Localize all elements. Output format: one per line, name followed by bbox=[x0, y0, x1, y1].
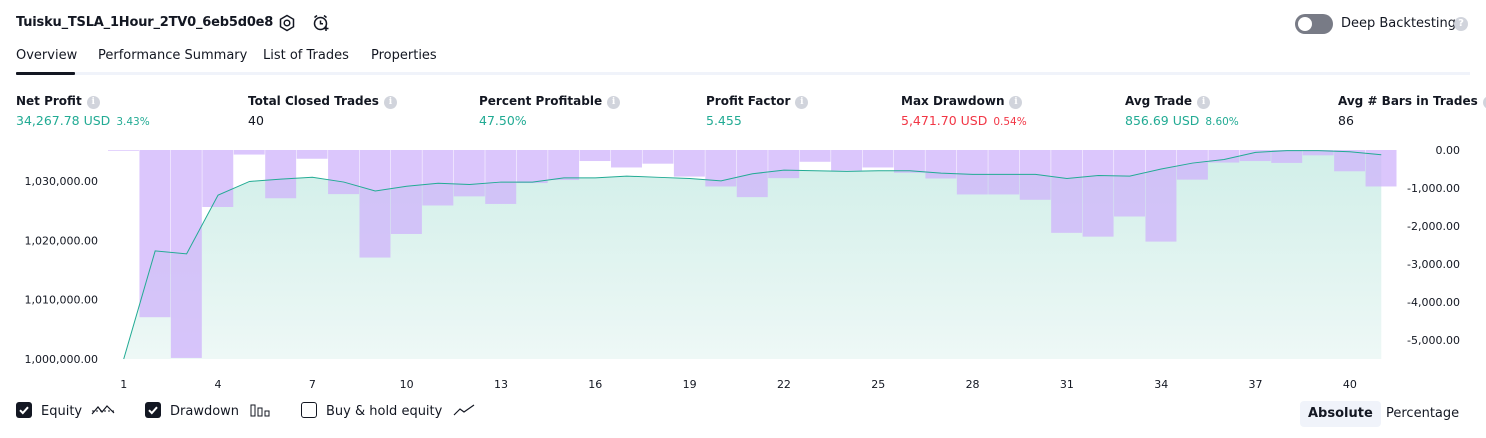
right-axis-tick-label: -5,000.00 bbox=[1407, 334, 1460, 347]
drawdown-bar bbox=[139, 150, 171, 318]
legend-drawdown-label: Drawdown bbox=[170, 404, 240, 419]
equity-line-icon bbox=[91, 405, 115, 415]
drawdown-bar bbox=[1114, 150, 1145, 217]
drawdown-bar bbox=[1019, 150, 1051, 200]
x-axis-tick-label: 7 bbox=[309, 378, 316, 391]
drawdown-bar bbox=[1145, 150, 1177, 242]
x-axis-tick-label: 31 bbox=[1060, 378, 1074, 391]
legend-buy-hold-label: Buy & hold equity bbox=[326, 404, 443, 419]
right-axis-tick-label: -3,000.00 bbox=[1407, 258, 1460, 271]
legend-drawdown[interactable]: Drawdown bbox=[145, 402, 271, 419]
drawdown-bar bbox=[611, 150, 642, 168]
drawdown-bar bbox=[893, 150, 925, 173]
drawdown-bar bbox=[328, 150, 360, 195]
left-axis-tick-label: 1,030,000.00 bbox=[25, 175, 98, 188]
drawdown-bar bbox=[1051, 150, 1083, 233]
x-axis-tick-label: 28 bbox=[966, 378, 980, 391]
drawdown-bar bbox=[422, 150, 454, 206]
equity-checkbox[interactable] bbox=[16, 402, 32, 418]
drawdown-bar bbox=[265, 150, 297, 199]
drawdown-bar bbox=[925, 150, 957, 179]
absolute-mode-button[interactable]: Absolute bbox=[1300, 401, 1381, 427]
drawdown-bar bbox=[988, 150, 1020, 195]
x-axis-tick-label: 25 bbox=[871, 378, 885, 391]
drawdown-bar bbox=[642, 150, 674, 164]
drawdown-bar bbox=[1271, 150, 1303, 163]
x-axis-tick-label: 16 bbox=[588, 378, 602, 391]
buy-hold-line-icon bbox=[454, 404, 475, 416]
drawdown-bars-icon bbox=[250, 404, 270, 417]
x-axis-tick-label: 10 bbox=[400, 378, 414, 391]
drawdown-bar bbox=[233, 150, 265, 155]
drawdown-bar bbox=[831, 150, 863, 171]
x-axis-tick-label: 1 bbox=[120, 378, 127, 391]
drawdown-bar bbox=[390, 150, 422, 234]
left-axis-tick-label: 1,010,000.00 bbox=[25, 294, 98, 307]
x-axis-tick-label: 40 bbox=[1343, 378, 1357, 391]
drawdown-bar bbox=[548, 150, 580, 181]
drawdown-checkbox[interactable] bbox=[145, 402, 161, 418]
drawdown-bar bbox=[453, 150, 485, 197]
drawdown-bar bbox=[956, 150, 988, 195]
legend-buy-hold-equity[interactable]: Buy & hold equity bbox=[301, 402, 476, 419]
legend-equity-label: Equity bbox=[41, 404, 83, 419]
left-axis-tick-label: 1,000,000.00 bbox=[25, 353, 98, 366]
equity-drawdown-chart[interactable]: 1,030,000.00 1,020,000.00 1,010,000.00 1,00… bbox=[0, 0, 1486, 400]
x-axis-tick-label: 37 bbox=[1249, 378, 1263, 391]
buy-hold-checkbox[interactable] bbox=[301, 402, 317, 418]
drawdown-bar bbox=[359, 150, 391, 258]
drawdown-bar bbox=[579, 150, 611, 162]
x-axis-tick-label: 34 bbox=[1154, 378, 1168, 391]
legend-equity[interactable]: Equity bbox=[16, 402, 116, 419]
percentage-mode-button[interactable]: Percentage bbox=[1378, 401, 1467, 427]
drawdown-bar bbox=[1082, 150, 1114, 237]
right-axis-tick-label: 0.00 bbox=[1436, 144, 1461, 157]
drawdown-bar bbox=[768, 150, 800, 179]
right-axis-tick-label: -2,000.00 bbox=[1407, 220, 1460, 233]
x-axis-tick-label: 4 bbox=[215, 378, 222, 391]
drawdown-bar bbox=[108, 150, 139, 151]
drawdown-bar bbox=[799, 150, 831, 162]
x-axis-tick-label: 13 bbox=[494, 378, 508, 391]
right-axis-tick-label: -1,000.00 bbox=[1407, 182, 1460, 195]
drawdown-bar bbox=[673, 150, 705, 177]
x-axis-tick-label: 22 bbox=[777, 378, 791, 391]
right-axis-tick-label: -4,000.00 bbox=[1407, 296, 1460, 309]
drawdown-bar bbox=[485, 150, 517, 204]
drawdown-bar bbox=[862, 150, 894, 168]
drawdown-bar bbox=[202, 150, 234, 207]
drawdown-bar bbox=[1365, 150, 1397, 187]
left-axis-tick-label: 1,020,000.00 bbox=[25, 234, 98, 247]
drawdown-bar bbox=[296, 150, 328, 159]
drawdown-bar bbox=[516, 150, 548, 184]
x-axis-tick-label: 19 bbox=[683, 378, 697, 391]
